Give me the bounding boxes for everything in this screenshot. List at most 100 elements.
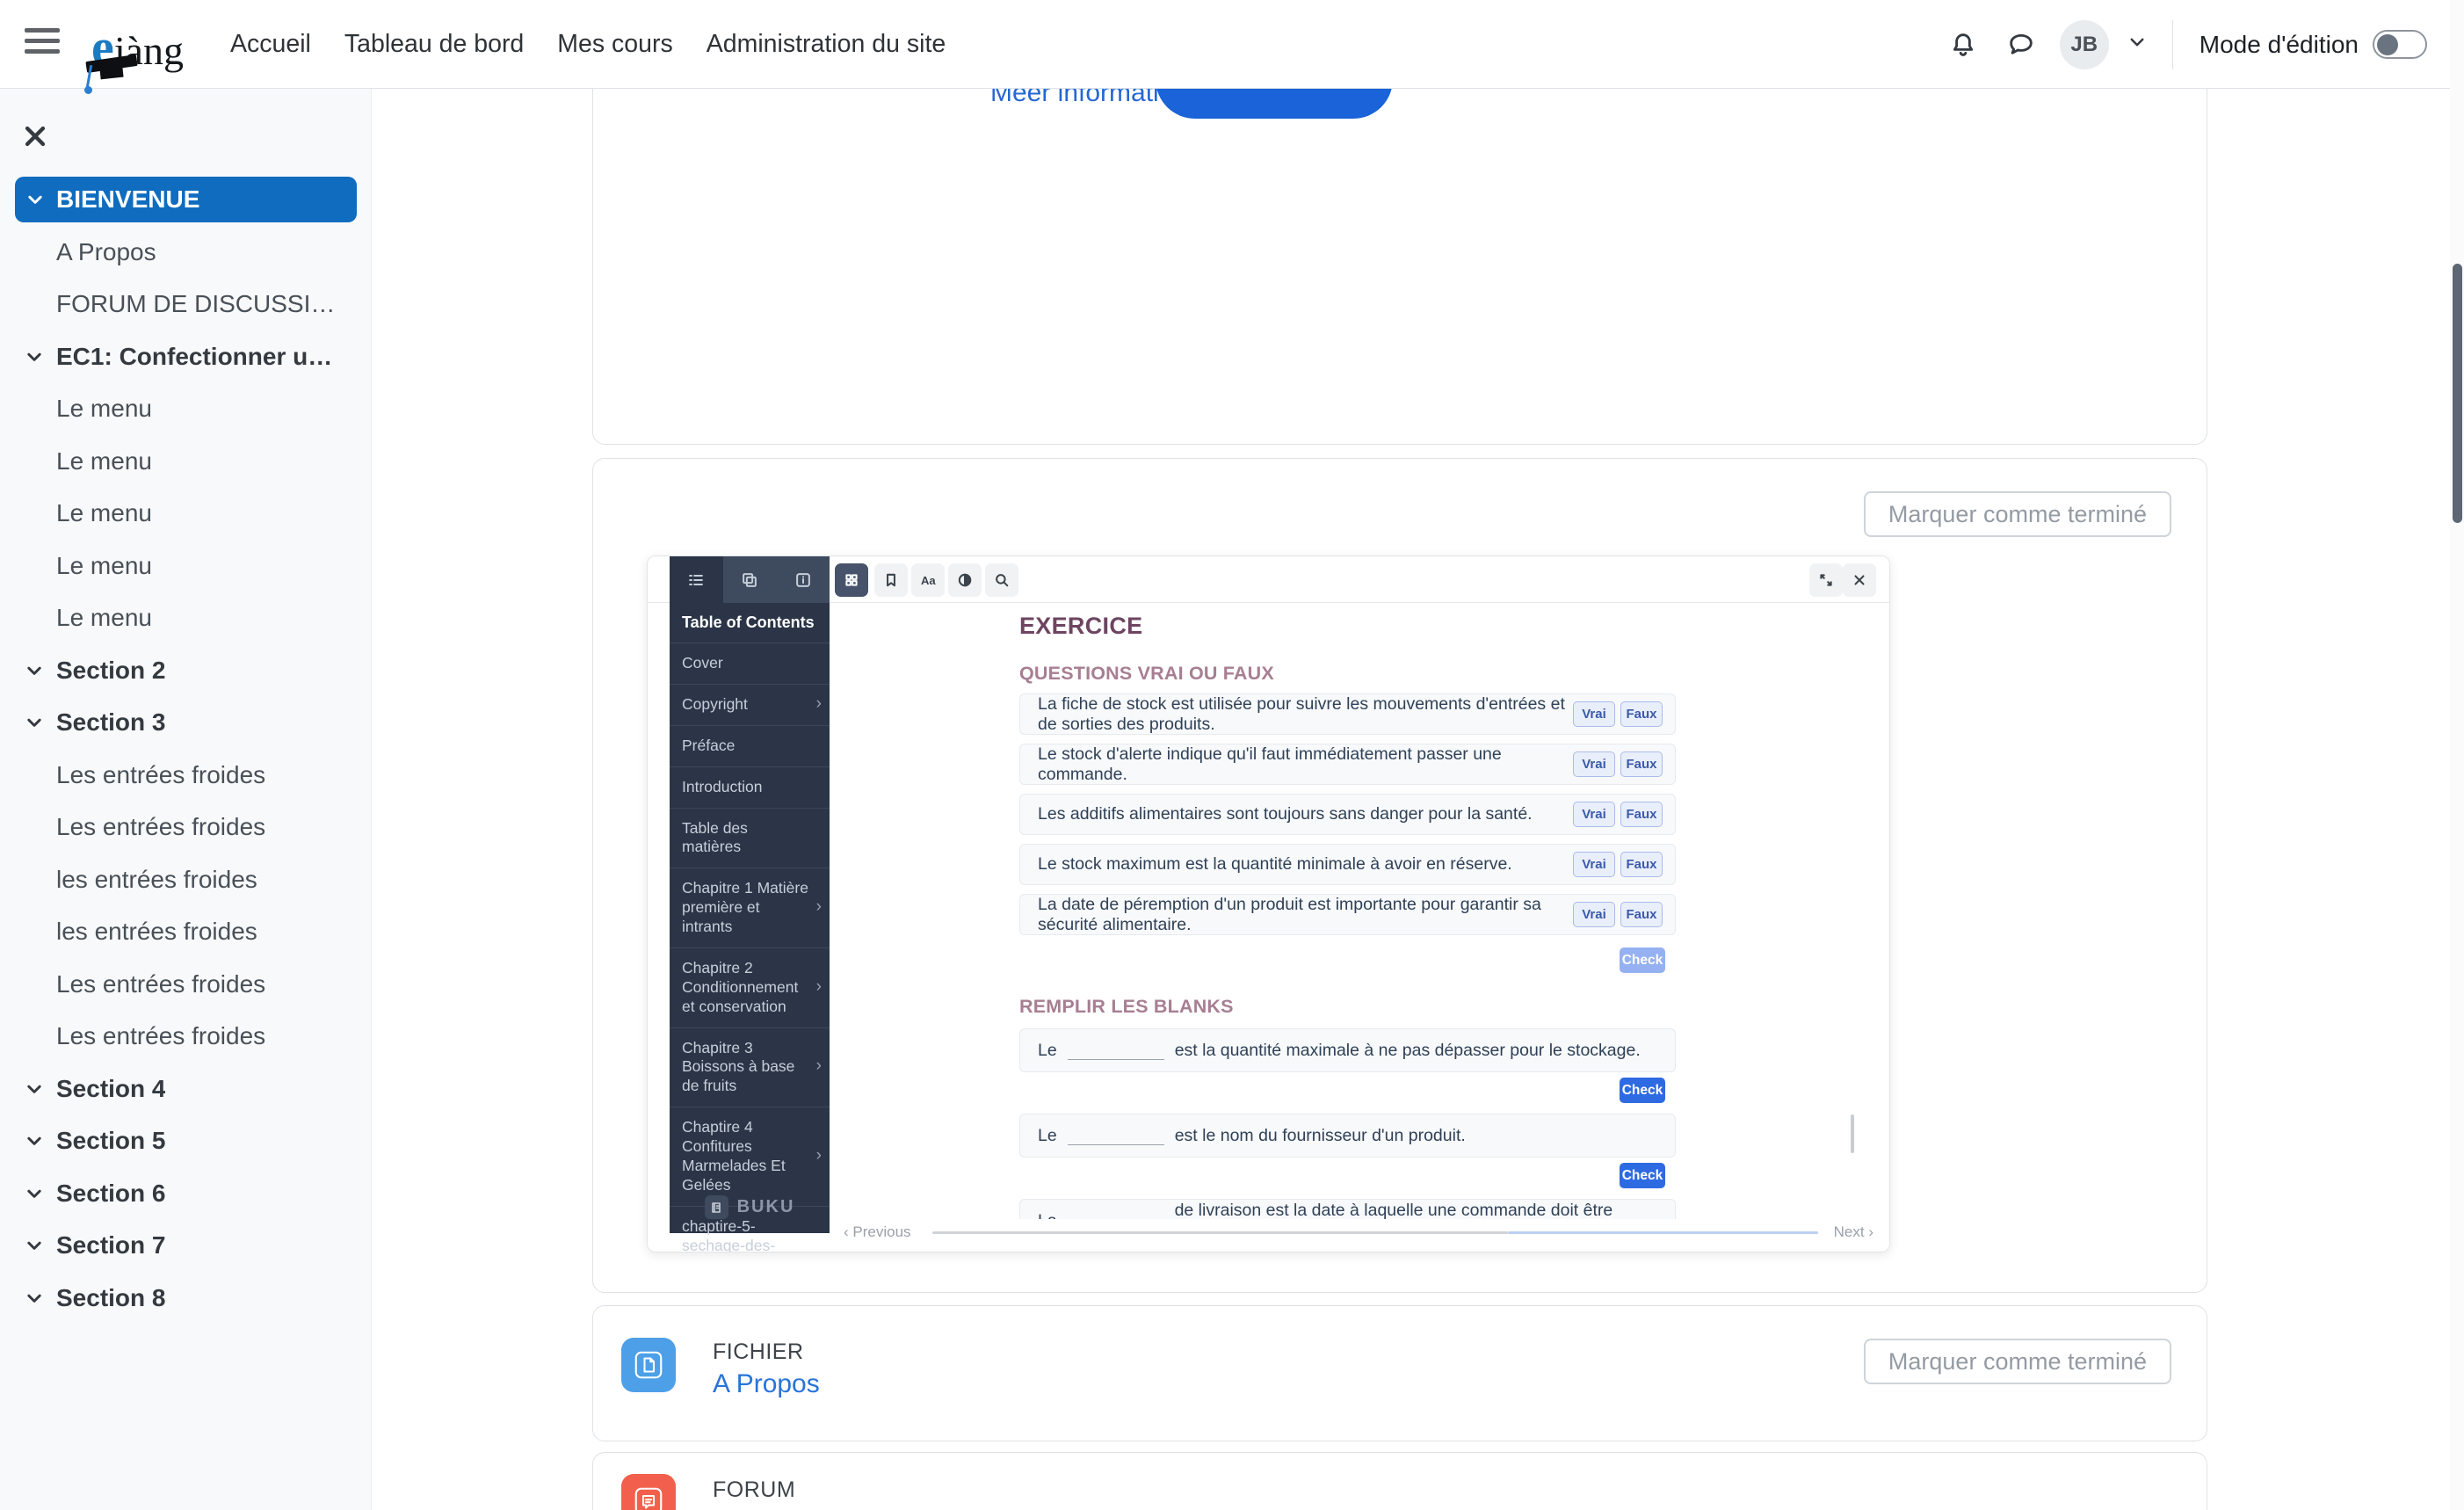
sidebar-item-label: Section 3 <box>56 708 165 737</box>
sidebar-item[interactable]: A Propos <box>0 226 372 279</box>
toc-item[interactable]: Cover › <box>670 643 830 685</box>
toc-item[interactable]: Chapitre 2 Conditionnement et conservati… <box>670 948 830 1028</box>
fullscreen-button[interactable] <box>1809 563 1843 597</box>
reader-toolbar: Aa <box>648 556 1889 603</box>
sidebar-item-label: Les entrées froides <box>56 761 265 789</box>
sidebar-item[interactable]: Section 4 <box>0 1063 372 1115</box>
buku-logo: BUKU <box>670 1195 830 1219</box>
previous-page-button[interactable]: ‹ Previous <box>844 1223 911 1241</box>
toc-item[interactable]: Table des matières › <box>670 809 830 869</box>
sidebar-close-button[interactable] <box>23 124 49 150</box>
nav-link[interactable]: Accueil <box>230 30 311 59</box>
toc-item[interactable]: Introduction › <box>670 767 830 809</box>
toc-item-label: Table des matières <box>682 819 808 858</box>
file-activity-link[interactable]: A Propos <box>713 1369 820 1399</box>
grid-view-button[interactable] <box>835 563 868 597</box>
bookmark-icon <box>883 572 899 588</box>
toc-tab[interactable] <box>670 556 723 603</box>
sidebar-item[interactable]: Section 2 <box>0 644 372 697</box>
sidebar-item-label: Les entrées froides <box>56 970 265 998</box>
sidebar-item[interactable]: Section 6 <box>0 1167 372 1220</box>
reader-close-button[interactable] <box>1843 563 1876 597</box>
page-scrollbar-thumb[interactable] <box>2453 264 2462 523</box>
sidebar-item[interactable]: Section 5 <box>0 1115 372 1168</box>
hamburger-menu-button[interactable] <box>25 28 63 62</box>
sidebar-item[interactable]: Le menu <box>0 383 372 436</box>
font-settings-button[interactable]: Aa <box>911 563 945 597</box>
sidebar-item[interactable]: Section 3 <box>0 697 372 750</box>
question-text: Les additifs alimentaires sont toujours … <box>1038 804 1573 824</box>
user-menu-chevron[interactable] <box>2128 33 2146 55</box>
sidebar-item[interactable]: Les entrées froides <box>0 1011 372 1064</box>
toc-item[interactable]: Préface › <box>670 726 830 767</box>
sidebar-item[interactable]: Les entrées froides <box>0 802 372 854</box>
check-button-blank[interactable]: Check <box>1620 1078 1665 1103</box>
theme-contrast-button[interactable] <box>948 563 982 597</box>
toc-item[interactable]: Copyright › <box>670 685 830 726</box>
faux-button[interactable]: Faux <box>1620 751 1663 777</box>
pager-progress-remaining[interactable] <box>1508 1231 1818 1234</box>
check-button-true-false[interactable]: Check <box>1620 947 1665 973</box>
messages-button[interactable] <box>2002 25 2040 64</box>
notifications-button[interactable] <box>1944 25 1982 64</box>
chevron-right-icon: › <box>816 976 822 998</box>
sidebar-item[interactable]: Section 8 <box>0 1272 372 1325</box>
toc-item[interactable]: Chapitre 1 Matière première et intrants … <box>670 868 830 948</box>
contrast-icon <box>957 572 973 588</box>
sidebar-item[interactable]: Les entrées froides <box>0 958 372 1011</box>
chevron-down-icon <box>26 1238 42 1252</box>
next-page-button[interactable]: Next › <box>1834 1223 1873 1241</box>
vrai-button[interactable]: Vrai <box>1573 902 1615 927</box>
faux-button[interactable]: Faux <box>1620 852 1663 877</box>
sidebar-item[interactable]: Le menu <box>0 435 372 488</box>
page-scrollbar[interactable] <box>2450 0 2464 1510</box>
site-logo[interactable]: ejàng <box>91 12 250 83</box>
sidebar-item[interactable]: Les entrées froides <box>0 749 372 802</box>
bookmark-button[interactable] <box>874 563 908 597</box>
toc-item[interactable]: Chapitre 3 Boissons à base de fruits › <box>670 1028 830 1108</box>
sidebar-item[interactable]: FORUM DE DISCUSSION <box>0 279 372 331</box>
toc-item[interactable]: Chaptire 4 Confitures Marmelades Et Gelé… <box>670 1107 830 1207</box>
gallery-icon <box>741 571 758 589</box>
toc-item-label: Cover <box>682 654 723 673</box>
vrai-button[interactable]: Vrai <box>1573 701 1615 727</box>
sidebar-item[interactable]: les entrées froides <box>0 853 372 906</box>
question-text: La fiche de stock est utilisée pour suiv… <box>1038 694 1573 735</box>
sidebar-item[interactable]: Section 7 <box>0 1220 372 1273</box>
faux-button[interactable]: Faux <box>1620 802 1663 827</box>
vrai-button[interactable]: Vrai <box>1573 852 1615 877</box>
check-button-blank[interactable]: Check <box>1620 1163 1665 1188</box>
mark-done-button[interactable]: Marquer comme terminé <box>1864 1339 2171 1384</box>
reader-scrollbar[interactable] <box>1851 1114 1854 1153</box>
nav-link[interactable]: Mes cours <box>557 30 672 59</box>
sidebar-item[interactable]: Le menu <box>0 540 372 592</box>
blank-input[interactable] <box>1068 1126 1164 1145</box>
nav-link[interactable]: Tableau de bord <box>344 30 524 59</box>
vrai-button[interactable]: Vrai <box>1573 802 1615 827</box>
sidebar-item[interactable]: Le menu <box>0 592 372 645</box>
faux-button[interactable]: Faux <box>1620 902 1663 927</box>
edit-mode-toggle[interactable] <box>2373 30 2427 59</box>
search-button[interactable] <box>985 563 1018 597</box>
exercise-page: EXERCICE QUESTIONS VRAI OU FAUX La fiche… <box>1019 613 1676 1231</box>
nav-link[interactable]: Administration du site <box>707 30 946 59</box>
info-tab[interactable] <box>776 556 830 603</box>
question-text: Le stock maximum est la quantité minimal… <box>1038 854 1573 875</box>
blanks-heading: REMPLIR LES BLANKS <box>1019 996 1676 1018</box>
blank-input[interactable] <box>1068 1041 1164 1060</box>
fill-blank-group: Le est la quantité maximale à ne pas dép… <box>1019 1028 1676 1103</box>
sidebar-item[interactable]: Le menu <box>0 488 372 541</box>
close-icon <box>1852 572 1867 588</box>
sidebar-item[interactable]: BIENVENUE <box>15 177 357 222</box>
divider <box>2172 20 2173 69</box>
gallery-tab[interactable] <box>723 556 777 603</box>
faux-button[interactable]: Faux <box>1620 701 1663 727</box>
blank-suffix: est la quantité maximale à ne pas dépass… <box>1175 1041 1641 1061</box>
sidebar-item[interactable]: les entrées froides <box>0 906 372 959</box>
true-false-question-row: Le stock maximum est la quantité minimal… <box>1019 844 1676 885</box>
sidebar-item[interactable]: EC1: Confectionner une e... <box>0 330 372 383</box>
avatar[interactable]: JB <box>2060 20 2109 69</box>
mark-done-button[interactable]: Marquer comme terminé <box>1864 491 2171 537</box>
pager-progress-track[interactable] <box>932 1231 1508 1234</box>
vrai-button[interactable]: Vrai <box>1573 751 1615 777</box>
